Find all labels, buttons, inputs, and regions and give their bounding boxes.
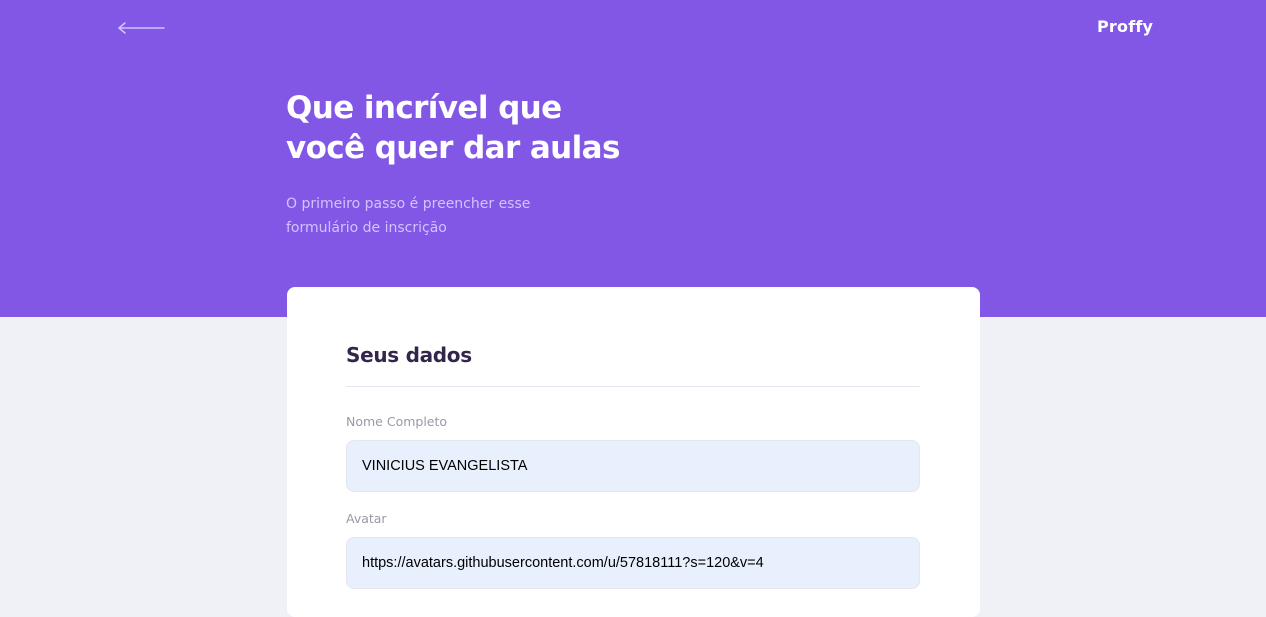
avatar-input[interactable] <box>346 537 920 589</box>
registration-form: Seus dados Nome Completo Avatar <box>287 287 980 617</box>
back-link[interactable] <box>112 14 168 42</box>
avatar-label: Avatar <box>346 511 387 526</box>
section-title: Seus dados <box>346 343 472 367</box>
page-header: Proffy Que incrível que você quer dar au… <box>0 0 1266 317</box>
section-divider <box>346 386 920 387</box>
name-label: Nome Completo <box>346 414 448 429</box>
name-input[interactable] <box>346 440 920 492</box>
page-title-line: Que incrível que <box>286 90 562 126</box>
page-description: O primeiro passo é preencher esse formul… <box>286 192 586 240</box>
page-title: Que incrível que você quer dar aulas <box>286 88 706 168</box>
page-description-line: O primeiro passo é preencher esse <box>286 196 531 212</box>
page-title-line: você quer dar aulas <box>286 130 620 166</box>
page-description-line: formulário de inscrição <box>286 220 447 236</box>
proffy-logo: Proffy <box>1097 17 1154 36</box>
arrow-left-icon <box>118 22 165 34</box>
